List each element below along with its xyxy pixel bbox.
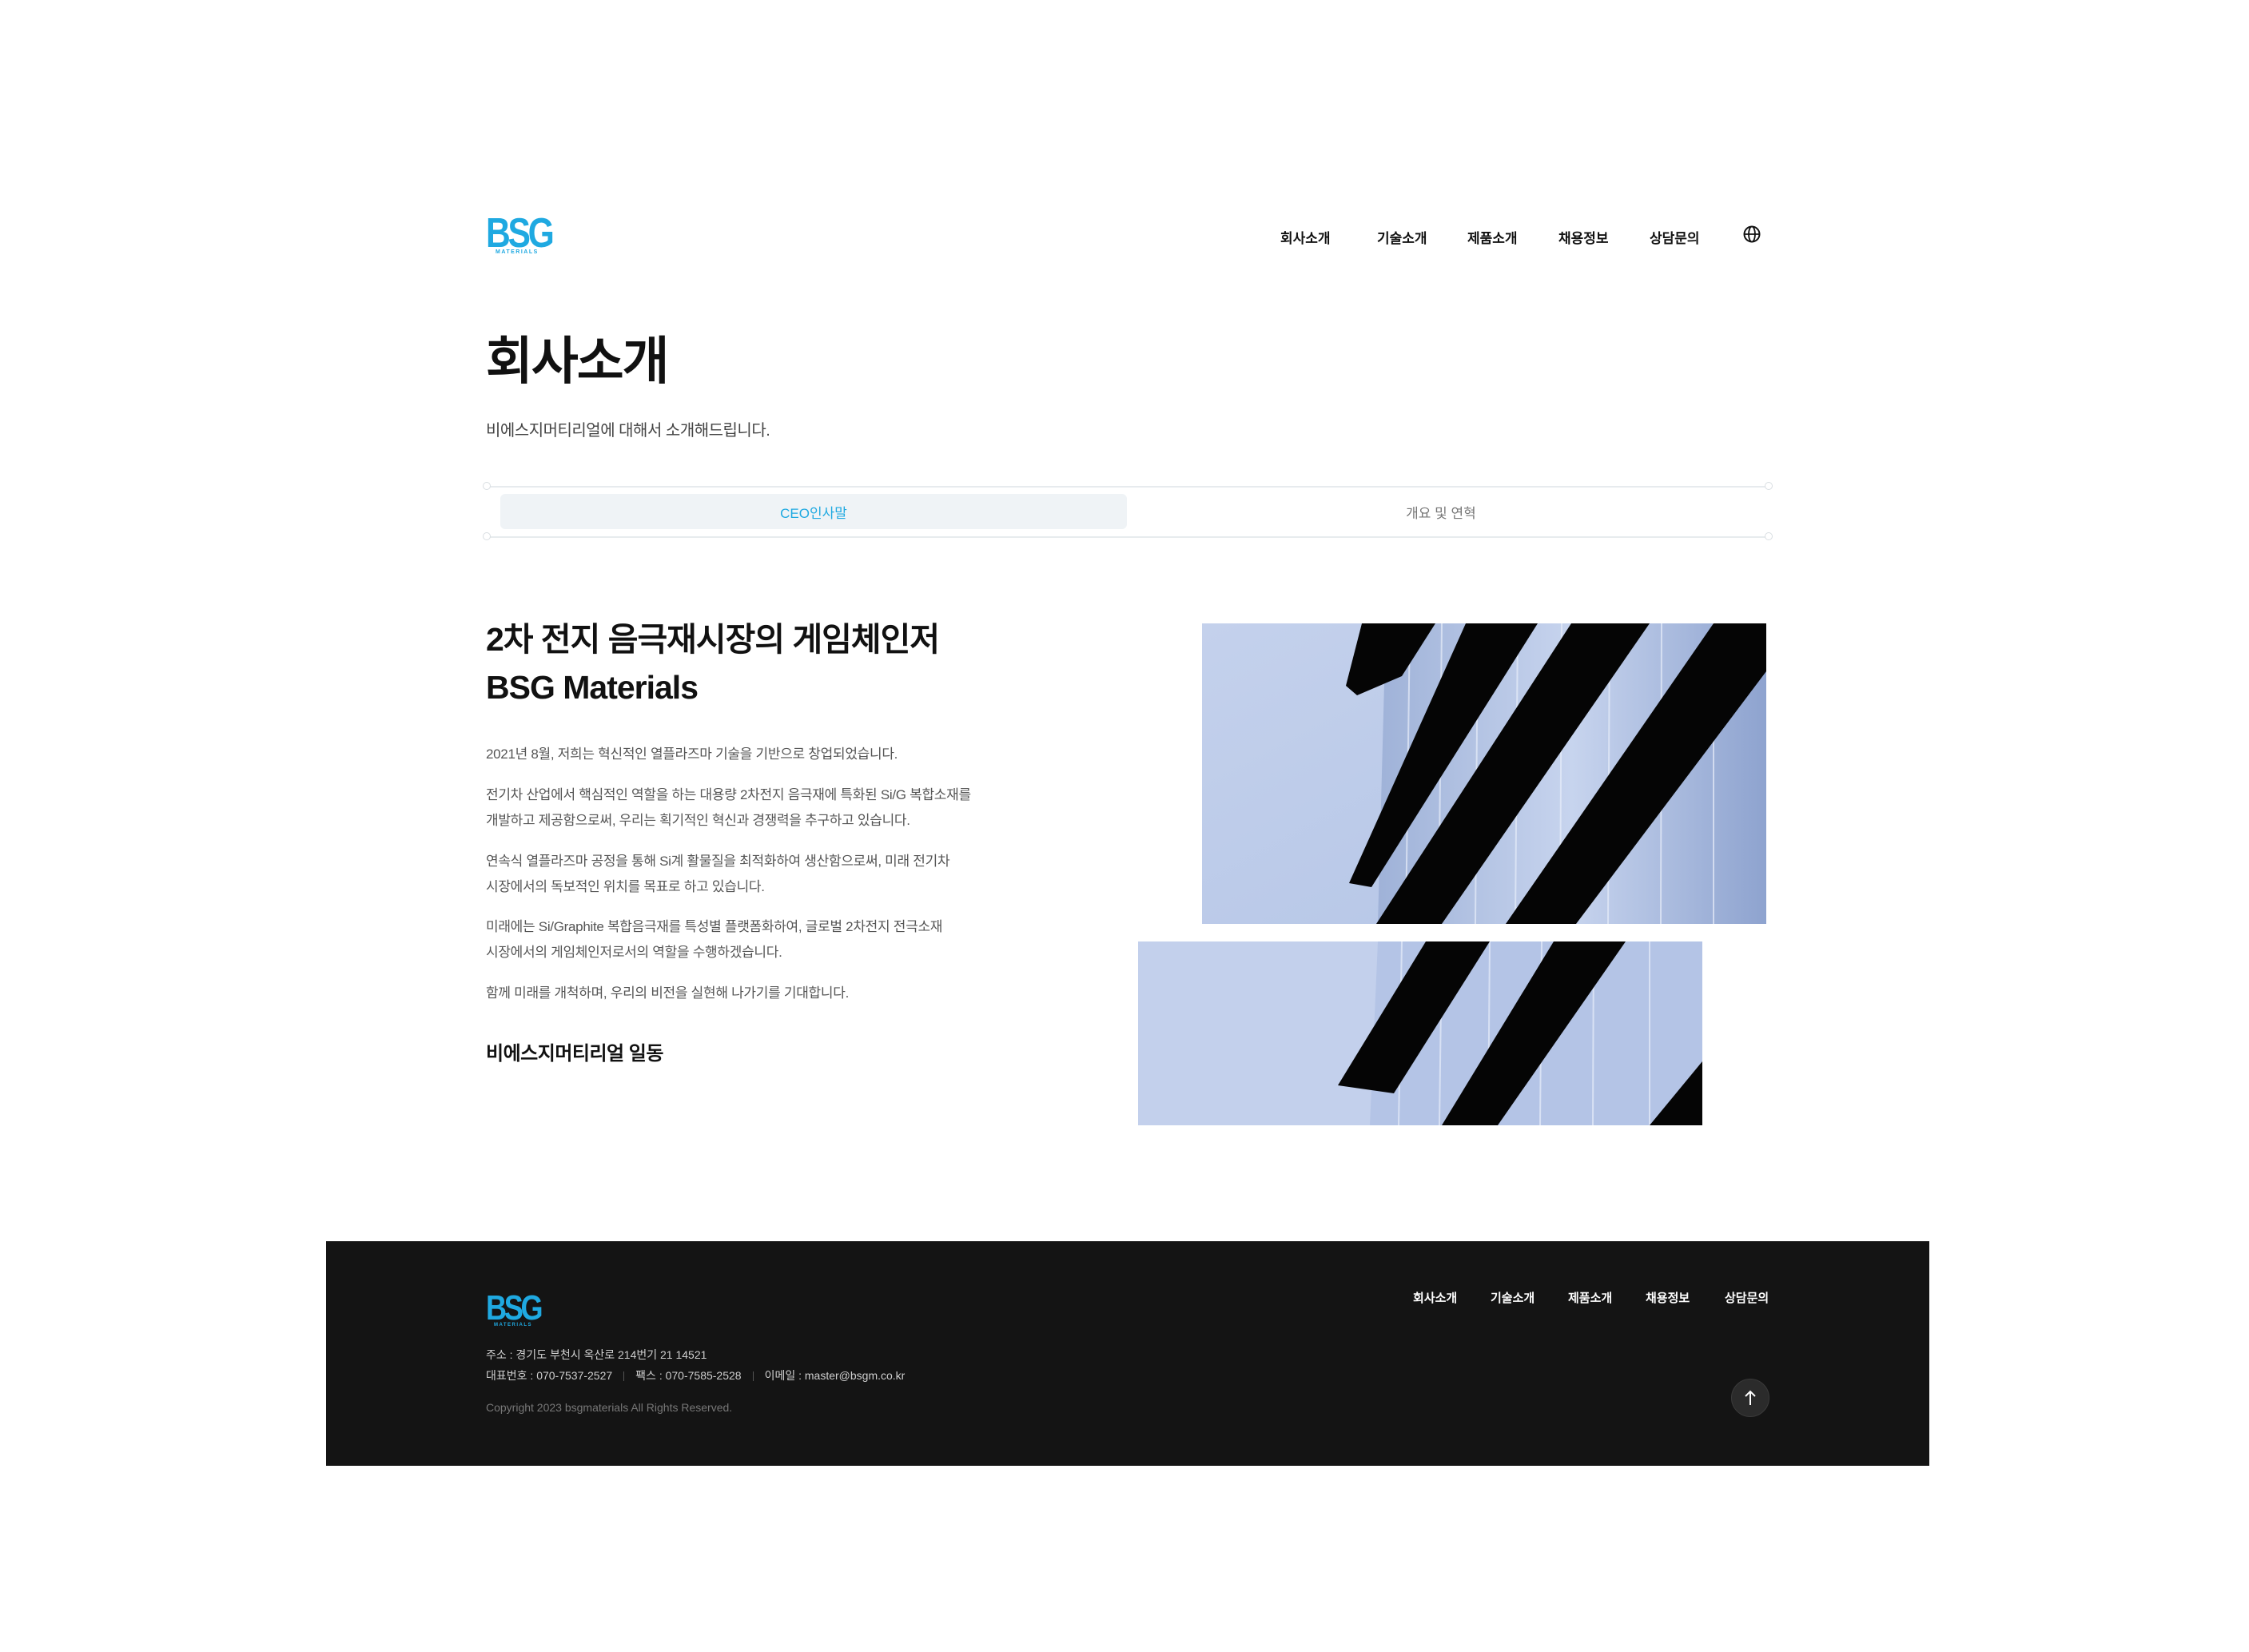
footer-nav-technology[interactable]: 기술소개 [1491,1289,1534,1306]
paragraph: 연속식 열플라즈마 공정을 통해 Si계 활물질을 최적화하여 생산함으로써, … [486,849,1013,900]
nav-inquiry[interactable]: 상담문의 [1650,227,1700,247]
separator [752,1371,754,1382]
nav-products[interactable]: 제품소개 [1467,227,1518,247]
footer-nav-company[interactable]: 회사소개 [1413,1289,1457,1306]
tab-overview-history[interactable]: 개요 및 연혁 [1127,494,1755,529]
divider-dot [1765,482,1773,490]
footer-address: 주소 : 경기도 부천시 옥산로 214번기 21 14521 [486,1348,707,1361]
footer-email: 이메일 : master@bsgm.co.kr [764,1369,906,1382]
paragraph: 전기차 산업에서 핵심적인 역할을 하는 대용량 2차전지 음극재에 특화된 S… [486,782,1013,834]
separator [623,1371,625,1382]
footer-logo-mark: BSG [486,1288,543,1328]
tab-top-divider [486,486,1769,488]
divider-dot [1765,532,1773,540]
nav-careers[interactable]: 채용정보 [1558,227,1609,247]
paragraph-line: 개발하고 제공함으로써, 우리는 획기적인 혁신과 경쟁력을 추구하고 있습니다… [486,813,910,828]
copyright: Copyright 2023 bsgmaterials All Rights R… [486,1401,733,1414]
footer-nav-careers[interactable]: 채용정보 [1646,1289,1690,1306]
logo-subtitle: MATERIALS [496,249,539,255]
footer-nav-inquiry[interactable]: 상담문의 [1725,1289,1769,1306]
paragraph: 미래에는 Si/Graphite 복합음극재를 특성별 플랫폼화하여, 글로벌 … [486,914,1013,965]
footer-fax: 팩스 : 070-7585-2528 [635,1369,742,1382]
paragraph-line: 연속식 열플라즈마 공정을 통해 Si계 활물질을 최적화하여 생산함으로써, … [486,854,950,869]
paragraph-line: 미래에는 Si/Graphite 복합음극재를 특성별 플랫폼화하여, 글로벌 … [486,919,943,934]
paragraph-line: 전기차 산업에서 핵심적인 역할을 하는 대용량 2차전지 음극재에 특화된 S… [486,787,971,802]
logo-mark: BSG [486,210,555,257]
globe-icon[interactable] [1742,225,1761,244]
footer-logo[interactable]: BSG MATERIALS [486,1288,543,1328]
nav-company[interactable]: 회사소개 [1280,227,1331,247]
logo[interactable]: BSG MATERIALS [486,210,555,257]
arrow-up-icon [1745,1390,1756,1405]
building-photo [1138,941,1702,1125]
page-title: 회사소개 [486,332,670,390]
footer-phone: 대표번호 : 070-7537-2527 [486,1369,613,1382]
headline-line1: 2차 전지 음극재시장의 게임체인저 [486,621,940,658]
footer-contact: 대표번호 : 070-7537-2527 팩스 : 070-7585-2528 이메… [486,1367,905,1383]
paragraph-line: 함께 미래를 개척하며, 우리의 비전을 실현해 나가기를 기대합니다. [486,985,849,1001]
signature: 비에스지머티리얼 일동 [486,1043,663,1065]
paragraph-line: 시장에서의 독보적인 위치를 목표로 하고 있습니다. [486,879,765,894]
headline-line2: BSG Materials [486,669,699,706]
paragraph: 함께 미래를 개척하며, 우리의 비전을 실현해 나가기를 기대합니다. [486,981,1013,1006]
headline: 2차 전지 음극재시장의 게임체인저 BSG Materials [486,615,940,711]
footer-logo-subtitle: MATERIALS [494,1323,533,1328]
paragraph: 2021년 8월, 저희는 혁신적인 열플라즈마 기술을 기반으로 창업되었습니… [486,742,1013,767]
footer-nav-products[interactable]: 제품소개 [1568,1289,1612,1306]
building-photo [1202,623,1766,924]
tab-ceo-message[interactable]: CEO인사말 [500,494,1127,529]
nav-technology[interactable]: 기술소개 [1377,227,1427,247]
paragraph-line: 시장에서의 게임체인저로서의 역할을 수행하겠습니다. [486,945,782,960]
footer: BSG MATERIALS 회사소개 기술소개 제품소개 채용정보 상담문의 주… [326,1241,1929,1466]
page-subtitle: 비에스지머티리얼에 대해서 소개해드립니다. [486,422,770,440]
divider-dot [483,482,491,490]
scroll-top-button[interactable] [1731,1379,1769,1417]
paragraph-line: 2021년 8월, 저희는 혁신적인 열플라즈마 기술을 기반으로 창업되었습니… [486,746,898,762]
tab-bottom-divider [486,536,1769,538]
divider-dot [483,532,491,540]
